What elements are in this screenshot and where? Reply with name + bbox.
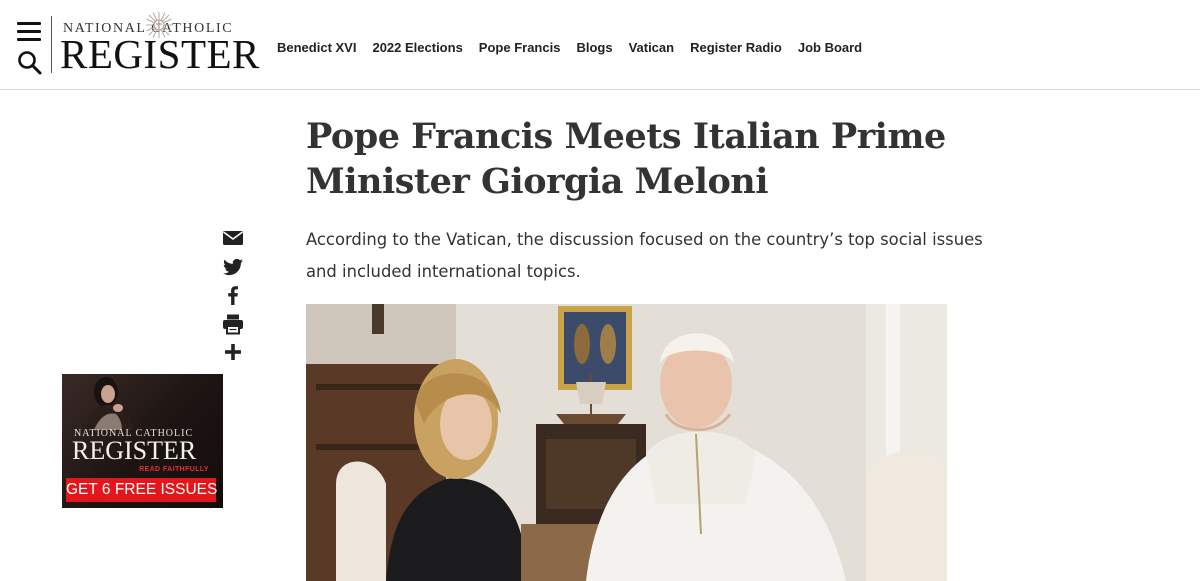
ad-woman-image xyxy=(80,374,140,430)
ad-cta-button[interactable]: GET 6 FREE ISSUES xyxy=(66,478,217,502)
nav-item-vatican[interactable]: Vatican xyxy=(629,40,675,55)
primary-nav: Benedict XVI 2022 Elections Pope Francis… xyxy=(277,40,878,55)
subscription-ad[interactable]: NATIONAL CATHOLIC REGISTER READ FAITHFUL… xyxy=(62,374,223,508)
nav-item-benedict-xvi[interactable]: Benedict XVI xyxy=(277,40,356,55)
site-logo[interactable]: NATIONAL CATHOLIC REGISTER xyxy=(60,10,265,77)
ad-logo-main-text: REGISTER xyxy=(72,436,197,465)
nav-item-pope-francis[interactable]: Pope Francis xyxy=(479,40,561,55)
article-photo xyxy=(306,304,947,581)
hamburger-menu-icon[interactable] xyxy=(17,22,41,42)
print-icon[interactable] xyxy=(221,312,245,336)
logo-main-text: REGISTER xyxy=(60,31,260,77)
share-bar xyxy=(221,226,245,369)
facebook-icon[interactable] xyxy=(221,283,245,307)
nav-item-blogs[interactable]: Blogs xyxy=(576,40,612,55)
nav-item-job-board[interactable]: Job Board xyxy=(798,40,862,55)
more-share-icon[interactable] xyxy=(221,340,245,364)
article-dek: According to the Vatican, the discussion… xyxy=(306,230,983,281)
nav-item-register-radio[interactable]: Register Radio xyxy=(690,40,782,55)
nav-item-2022-elections[interactable]: 2022 Elections xyxy=(372,40,462,55)
twitter-icon[interactable] xyxy=(221,255,245,279)
email-icon[interactable] xyxy=(221,226,245,250)
ad-tagline: READ FAITHFULLY xyxy=(139,466,209,473)
site-header: NATIONAL CATHOLIC REGISTER Benedict XVI … xyxy=(0,0,1200,90)
search-icon[interactable] xyxy=(17,50,43,76)
logo-divider xyxy=(51,16,52,73)
article-title: Pope Francis Meets Italian Prime Ministe… xyxy=(306,116,946,202)
